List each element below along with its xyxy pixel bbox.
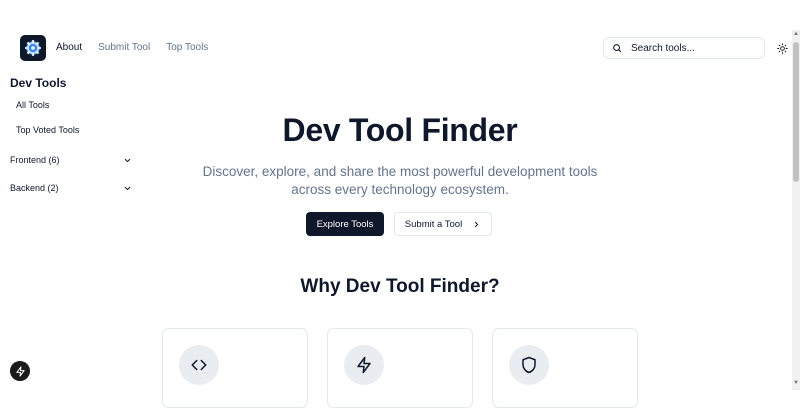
search-icon	[613, 44, 622, 53]
chevron-right-icon	[475, 221, 479, 227]
nav-about[interactable]: About	[56, 42, 82, 53]
search-input[interactable]	[631, 42, 751, 54]
sidebar-group-backend[interactable]: Backend (2)	[10, 183, 132, 193]
explore-tools-label: Explore Tools	[316, 218, 374, 230]
chevron-down-icon[interactable]	[123, 184, 132, 193]
feature-icon-circle	[179, 345, 219, 385]
search-box[interactable]	[603, 37, 765, 59]
features-title: Why Dev Tool Finder?	[300, 276, 500, 297]
feature-icon-circle	[344, 345, 384, 385]
top-nav: About Submit Tool Top Tools	[56, 42, 208, 53]
app-logo[interactable]	[20, 35, 46, 61]
hero-title: Dev Tool Finder	[282, 112, 518, 148]
feature-card	[327, 328, 473, 408]
shield-icon	[522, 356, 536, 374]
scroll-down-icon[interactable]: ▼	[793, 380, 799, 386]
sidebar-group-label: Backend (2)	[10, 183, 59, 193]
submit-tool-label: Submit a Tool	[404, 218, 463, 230]
nav-submit-tool[interactable]: Submit Tool	[98, 42, 150, 53]
feature-card	[162, 328, 308, 408]
sidebar-group-label: Frontend (6)	[10, 155, 60, 165]
scroll-up-icon[interactable]: ▲	[793, 31, 799, 37]
nav-top-tools[interactable]: Top Tools	[166, 42, 208, 53]
gear-icon	[25, 40, 41, 56]
floating-action-button[interactable]	[10, 361, 30, 381]
feature-icon-circle	[509, 345, 549, 385]
sidebar-item-all-tools[interactable]: All Tools	[16, 100, 49, 110]
sidebar-title: Dev Tools	[10, 76, 67, 90]
sun-icon	[776, 42, 788, 54]
sidebar-group-frontend[interactable]: Frontend (6)	[10, 155, 132, 165]
feature-card	[492, 328, 638, 408]
chevron-down-icon[interactable]	[123, 156, 132, 165]
explore-tools-button[interactable]: Explore Tools	[306, 212, 384, 236]
zap-icon	[357, 356, 371, 374]
code-icon	[191, 359, 207, 371]
zap-icon	[15, 365, 25, 377]
submit-tool-button[interactable]: Submit a Tool	[394, 212, 492, 236]
theme-toggle-button[interactable]	[775, 41, 789, 55]
hero-subtitle: Discover, explore, and share the most po…	[202, 164, 598, 197]
